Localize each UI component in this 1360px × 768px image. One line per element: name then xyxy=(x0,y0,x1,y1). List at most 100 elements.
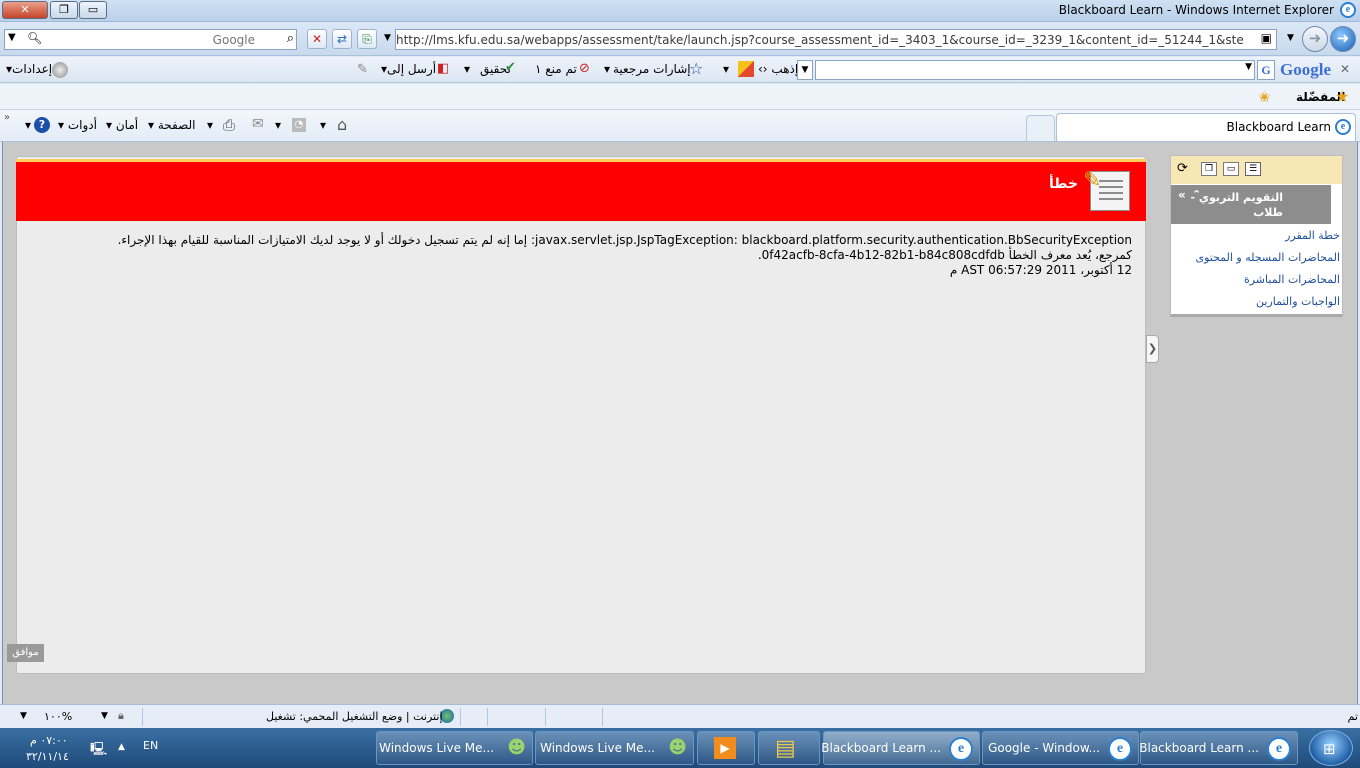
feeds-dropdown-icon[interactable]: ▾ xyxy=(275,118,281,132)
add-favorite-icon[interactable]: ✬ xyxy=(1258,88,1271,106)
help-icon[interactable]: ? xyxy=(34,117,50,133)
rss-icon[interactable]: ◔ xyxy=(292,118,306,132)
gsearch-dropdown-icon[interactable]: ▼ xyxy=(797,60,813,80)
search-provider-dropdown-icon[interactable]: ▼ xyxy=(8,32,16,43)
windows-logo-icon: ⊞ xyxy=(1323,740,1336,758)
zoom-level[interactable]: ١٠٠% xyxy=(44,710,72,723)
home-dropdown-icon[interactable]: ▾ xyxy=(320,118,326,132)
send-to-button[interactable]: ▾أرسل إلى xyxy=(381,62,436,76)
google-g-icon[interactable]: G xyxy=(1257,60,1275,80)
go-button[interactable]: ‹› إذهب xyxy=(758,62,798,76)
search-input[interactable] xyxy=(45,31,255,48)
ie-task-icon: e xyxy=(1108,737,1132,761)
command-bar: » ▾ ? ▾ أدوات ▾ أمان ▾ الصفحة ▾ ⎙ ✉ ▾ ◔ … xyxy=(0,110,1360,142)
course-menu-up-icon[interactable]: ⌃ xyxy=(1192,188,1201,201)
taskbar-item-live-messenger-1[interactable]: Windows Live Me... ☻ xyxy=(535,731,694,765)
close-toolbar-icon[interactable]: ✕ xyxy=(1340,62,1350,76)
network-icon[interactable]: 🖳︎ xyxy=(90,740,107,762)
bookmarks-dropdown-icon[interactable]: ▾ xyxy=(604,62,610,76)
minimize-window-button[interactable]: ▭ xyxy=(79,1,107,19)
back-button[interactable]: ➜ xyxy=(1330,26,1356,52)
menu-item-course-plan[interactable]: خطة المقرر xyxy=(1285,229,1340,242)
status-separator xyxy=(142,708,143,726)
status-done: تم xyxy=(1347,710,1358,723)
folder-view-icon[interactable]: ▭ xyxy=(1223,162,1239,176)
status-bar: تم إنترنت | وضع التشغيل المحمي: تشغيل 🔒︎… xyxy=(0,704,1360,728)
taskbar-item-live-messenger-2[interactable]: Windows Live Me... ☻ xyxy=(376,731,533,765)
search-go-icon[interactable]: ⌕ xyxy=(287,31,294,46)
taskbar-item-blackboard-1[interactable]: Blackboard Learn ... e xyxy=(1139,731,1298,765)
zoom-menu-icon[interactable]: ▼ xyxy=(20,711,27,721)
forward-button[interactable]: ➜ xyxy=(1302,26,1328,52)
open-window-icon[interactable]: ❐ xyxy=(1201,162,1217,176)
favorites-star-icon[interactable]: ★ xyxy=(1335,87,1349,106)
address-input[interactable] xyxy=(396,31,1248,48)
address-dropdown-icon[interactable]: ▼ xyxy=(384,33,391,43)
taskbar-item-media-player[interactable]: ▶ xyxy=(697,731,755,765)
menu-item-recorded-lectures[interactable]: المحاضرات المسجله و المحتوى xyxy=(1195,251,1340,264)
course-menu-header: التقويم التربوي - طلاب » ⌃ xyxy=(1171,185,1331,224)
clock-time[interactable]: ٠٧:٠٠ م xyxy=(30,734,68,747)
ie-task-icon: e xyxy=(949,737,973,761)
home-icon[interactable]: ⌂ xyxy=(337,115,347,134)
status-separator xyxy=(487,708,488,726)
google-search-input[interactable]: ▼ xyxy=(815,60,1255,80)
error-message-line1: javax.servlet.jsp.JspTagException: black… xyxy=(117,233,1132,247)
folder-icon: ▤ xyxy=(775,736,796,761)
collapse-menu-handle[interactable]: ❯ xyxy=(1146,335,1159,363)
history-dropdown-icon[interactable]: ▼ xyxy=(1287,33,1294,43)
task-label: Blackboard Learn ... xyxy=(1139,741,1259,755)
google-logo: Google xyxy=(1280,60,1331,79)
gsearch-history-icon[interactable]: ▼ xyxy=(1245,62,1252,72)
page-menu[interactable]: ▾ الصفحة xyxy=(148,118,196,132)
taskbar-item-google[interactable]: Google - Window... e xyxy=(982,731,1139,765)
title-bar: ✕ ❐ ▭ Blackboard Learn - Windows Interne… xyxy=(0,0,1360,22)
print-icon[interactable]: ⎙ xyxy=(223,116,235,134)
zoom-dropdown-icon[interactable]: ▼ xyxy=(101,711,108,721)
menu-item-live-lectures[interactable]: المحاضرات المباشرة xyxy=(1244,273,1340,286)
spellcheck-dropdown-icon[interactable]: ▾ xyxy=(464,62,470,76)
close-window-button[interactable]: ✕ xyxy=(2,1,48,19)
task-label: Blackboard Learn ... xyxy=(821,741,941,755)
clock-date[interactable]: ٣٢/١١/١٤ xyxy=(26,750,69,763)
refresh-icon[interactable]: ⇄ xyxy=(332,29,352,49)
toolbar-apps-icon[interactable] xyxy=(738,61,754,77)
settings-icon[interactable] xyxy=(52,62,68,78)
page-label: الصفحة xyxy=(157,118,196,132)
messenger-icon: ☻ xyxy=(668,737,687,758)
pencil-icon[interactable]: ✎ xyxy=(357,62,368,77)
mail-icon[interactable]: ✉ xyxy=(252,116,264,132)
ok-button[interactable]: موافق xyxy=(7,644,44,662)
bookmarks-label[interactable]: إشارات مرجعية xyxy=(613,62,691,76)
tray-expand-icon[interactable]: ▲ xyxy=(118,742,125,752)
more-commands-icon[interactable]: » xyxy=(4,112,10,123)
list-view-icon[interactable]: ☰ xyxy=(1245,162,1261,176)
popup-blocked-label[interactable]: تم منع ١ xyxy=(535,62,577,76)
taskbar-item-explorer[interactable]: ▤ xyxy=(758,731,820,765)
settings-menu[interactable]: ▾إعدادات xyxy=(6,62,52,76)
help-dropdown-icon[interactable]: ▾ xyxy=(25,118,31,132)
star-icon[interactable]: ☆ xyxy=(689,59,703,78)
safety-menu[interactable]: ▾ أمان xyxy=(106,118,138,132)
input-language[interactable]: EN xyxy=(143,739,158,752)
menu-item-assignments[interactable]: الواجبات والتمارين xyxy=(1256,295,1340,308)
address-bar: ▣ xyxy=(395,29,1277,50)
spellcheck-icon: ✔ xyxy=(505,60,516,75)
media-player-icon: ▶ xyxy=(714,737,736,759)
toolbar-options-dropdown-icon[interactable]: ▾ xyxy=(723,62,729,76)
error-message-line2: كمرجع، يُعد معرف الخطأ 0f42acfb-8cfa-4b1… xyxy=(757,248,1132,262)
search-icon[interactable]: 🔍︎ xyxy=(27,31,42,45)
search-box: ▼ 🔍︎ ⌕ xyxy=(4,29,297,50)
collapse-course-menu-icon[interactable]: » xyxy=(1178,188,1186,202)
start-button[interactable]: ⊞ xyxy=(1309,730,1353,766)
new-tab-button[interactable] xyxy=(1026,115,1055,141)
print-dropdown-icon[interactable]: ▾ xyxy=(207,118,213,132)
maximize-window-button[interactable]: ❐ xyxy=(50,1,78,19)
security-zone-label[interactable]: إنترنت | وضع التشغيل المحمي: تشغيل xyxy=(266,710,443,723)
refresh-menu-icon[interactable]: ⟳ xyxy=(1177,161,1188,176)
compatibility-view-icon[interactable]: ⎘ xyxy=(357,29,377,49)
stop-icon[interactable]: ✕ xyxy=(307,29,327,49)
tab-blackboard-learn[interactable]: Blackboard Learn e xyxy=(1056,113,1356,141)
taskbar-item-blackboard-2[interactable]: Blackboard Learn ... e xyxy=(821,731,980,765)
tools-menu[interactable]: ▾ أدوات xyxy=(58,118,97,132)
